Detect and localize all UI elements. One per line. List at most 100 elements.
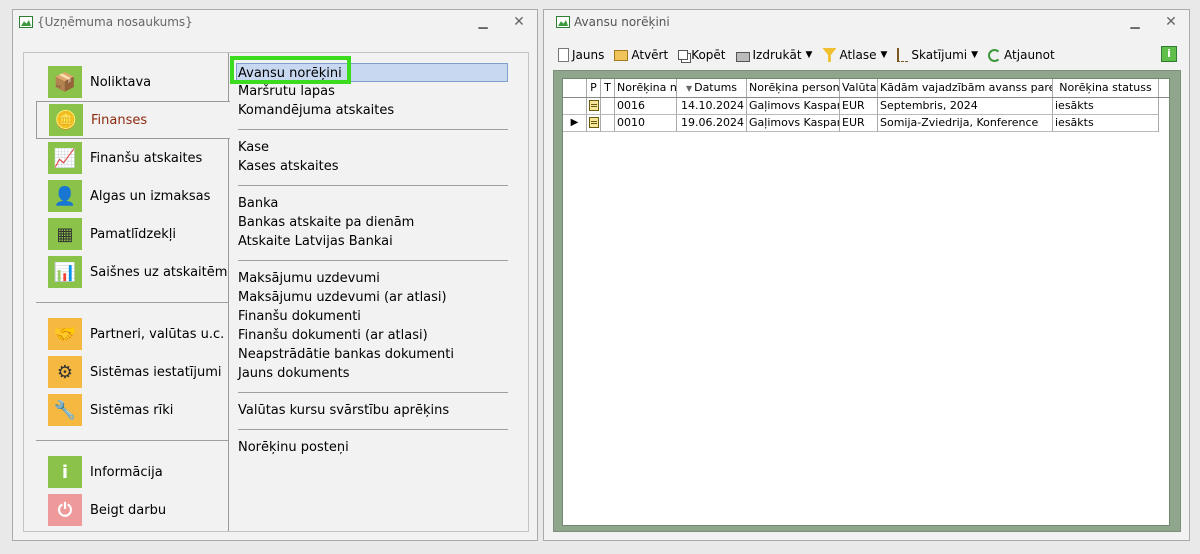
menu-panel: 📦 Noliktava 🪙 Finanses 📈 Finanšu atskaites 👤 Al…: [23, 52, 529, 532]
power-icon: ⏻: [48, 494, 82, 526]
help-icon[interactable]: i: [1161, 46, 1177, 62]
column-header-currency[interactable]: Valūta: [840, 79, 878, 97]
menu-item-menu2-2[interactable]: 🔧 Sistēmas rīki: [36, 391, 229, 429]
submenu-item[interactable]: Jauns dokuments: [238, 364, 508, 383]
copy-icon: [678, 50, 689, 60]
submenu-item[interactable]: Norēķinu posteņi: [238, 438, 508, 457]
minimize-button[interactable]: ▁: [1117, 15, 1153, 29]
t-cell: [601, 115, 615, 132]
menu-item-label: Finanses: [91, 112, 148, 128]
menu-item-label: Saišnes uz atskaitēm: [90, 264, 228, 280]
submenu-item[interactable]: Kase: [238, 138, 508, 157]
window-title: Avansu norēķini: [574, 15, 670, 29]
title-bar: Avansu norēķini ▁ ✕: [544, 10, 1189, 34]
number-cell: 0010: [615, 115, 677, 132]
column-header-purpose[interactable]: Kādām vajadzībām avanss paredzē: [878, 79, 1053, 97]
close-button[interactable]: ✕: [501, 14, 537, 30]
menu-item-menu-2[interactable]: 📈 Finanšu atskaites: [36, 139, 229, 177]
purpose-cell: Septembris, 2024: [878, 98, 1053, 115]
submenu-item[interactable]: Avansu norēķini: [236, 63, 508, 82]
menu-item-label: Sistēmas iestatījumi: [90, 364, 222, 380]
current-row-arrow-icon: ▶: [570, 117, 579, 128]
p-cell: [587, 115, 601, 132]
table-body: 0016 14.10.2024 Gaļimovs Kaspars EUR Septemb…: [563, 98, 1169, 132]
submenu-item[interactable]: Finanšu dokumenti (ar atlasi): [238, 326, 508, 345]
open-button[interactable]: Atvērt: [610, 44, 672, 66]
new-document-icon: [558, 48, 569, 62]
status-cell: iesākts: [1053, 98, 1159, 115]
note-icon: [589, 117, 599, 128]
column-header-t[interactable]: T: [601, 79, 615, 97]
filter-funnel-icon: [822, 48, 837, 62]
sort-descending-icon: ▼: [685, 84, 693, 93]
menu-item-menu2-0[interactable]: 🤝 Partneri, valūtas u.c.: [36, 315, 229, 353]
column-header-status[interactable]: Norēķina statuss: [1053, 79, 1159, 97]
salary-icon: 👤: [48, 180, 82, 212]
row-indicator: ▶: [563, 115, 587, 132]
menu-item-menu-5[interactable]: 📊 Saišnes uz atskaitēm: [36, 253, 229, 291]
submenu-item[interactable]: Kases atskaites: [238, 157, 508, 176]
title-bar: {Uzņēmuma nosaukums} ▁ ✕: [13, 10, 537, 34]
assets-icon: ▦: [48, 218, 82, 250]
submenu-item[interactable]: Bankas atskaite pa dienām: [238, 213, 508, 232]
column-header-date[interactable]: ▼ Datums: [677, 79, 747, 97]
t-cell: [601, 98, 615, 115]
row-indicator: [563, 98, 587, 115]
p-cell: [587, 98, 601, 115]
table-row[interactable]: 0016 14.10.2024 Gaļimovs Kaspars EUR Septemb…: [563, 98, 1169, 115]
menu-item-label: Partneri, valūtas u.c.: [90, 326, 225, 342]
person-cell: Gaļimovs Kaspars: [747, 98, 840, 115]
number-cell: 0016: [615, 98, 677, 115]
refresh-button[interactable]: Atjaunot: [984, 44, 1059, 66]
printer-icon: [735, 51, 750, 62]
menu-item-menu-1[interactable]: 🪙 Finanses: [36, 101, 230, 139]
tools-icon: 🔧: [48, 394, 82, 426]
dropdown-arrow-icon: ▼: [880, 50, 888, 60]
views-button[interactable]: Skatījumi ▼: [893, 44, 982, 66]
submenu-item[interactable]: Komandējuma atskaites: [238, 101, 508, 120]
submenu-item[interactable]: Maksājumu uzdevumi (ar atlasi): [238, 288, 508, 307]
divider: [238, 260, 508, 261]
column-header-date-label: Datums: [694, 81, 738, 94]
purpose-cell: Somija-Zviedrija, Konference: [878, 115, 1053, 132]
divider: [36, 302, 229, 303]
window-title: {Uzņēmuma nosaukums}: [37, 15, 193, 29]
table-header: P T Norēķina nr. ▼Datums Norēķina person…: [563, 79, 1169, 98]
settlements-table[interactable]: P T Norēķina nr. ▼Datums Norēķina person…: [562, 78, 1170, 526]
main-menu: 📦 Noliktava 🪙 Finanses 📈 Finanšu atskaites 👤 Al…: [36, 63, 230, 529]
submenu-item[interactable]: Banka: [238, 194, 508, 213]
divider: [36, 440, 229, 441]
settings-gears-icon: ⚙: [48, 356, 82, 388]
print-button[interactable]: Izdrukāt ▼: [732, 44, 817, 66]
close-button[interactable]: ✕: [1153, 14, 1189, 30]
submenu-item[interactable]: Maršrutu lapas: [238, 82, 508, 101]
folder-icon: [614, 49, 629, 61]
submenu: Avansu norēķini Maršrutu lapas Komandējuma…: [236, 63, 508, 457]
new-label: Jauns: [572, 48, 605, 62]
open-label: Atvērt: [631, 48, 669, 62]
submenu-item[interactable]: Valūtas kursu svārstību aprēķins: [238, 401, 508, 420]
new-button[interactable]: Jauns: [554, 44, 608, 66]
status-cell: iesākts: [1053, 115, 1159, 132]
submenu-item[interactable]: Atskaite Latvijas Bankai: [238, 232, 508, 251]
table-row[interactable]: ▶ 0010 19.06.2024 Gaļimovs Kaspars EUR Somija…: [563, 115, 1169, 132]
submenu-item[interactable]: Maksājumu uzdevumi: [238, 269, 508, 288]
menu-item-menu2-1[interactable]: ⚙ Sistēmas iestatījumi: [36, 353, 229, 391]
column-header-p[interactable]: P: [587, 79, 601, 97]
handshake-icon: 🤝: [48, 318, 82, 350]
menu-item-menu-4[interactable]: ▦ Pamatlīdzekļi: [36, 215, 229, 253]
column-header-number[interactable]: Norēķina nr.: [615, 79, 677, 97]
finance-report-icon: 📈: [48, 142, 82, 174]
submenu-item[interactable]: Neapstrādātie bankas dokumenti: [238, 345, 508, 364]
menu-item-menu3-1[interactable]: ⏻ Beigt darbu: [36, 491, 229, 529]
copy-button[interactable]: Kopēt: [674, 44, 729, 66]
app-logo-icon: [19, 16, 33, 28]
coins-icon: 🪙: [49, 104, 83, 136]
column-header-person[interactable]: Norēķina persona: [747, 79, 840, 97]
menu-item-menu3-0[interactable]: i Informācija: [36, 453, 229, 491]
filter-button[interactable]: Atlase ▼: [818, 44, 891, 66]
minimize-button[interactable]: ▁: [465, 15, 501, 29]
menu-item-menu-0[interactable]: 📦 Noliktava: [36, 63, 229, 101]
menu-item-menu-3[interactable]: 👤 Algas un izmaksas: [36, 177, 229, 215]
submenu-item[interactable]: Finanšu dokumenti: [238, 307, 508, 326]
